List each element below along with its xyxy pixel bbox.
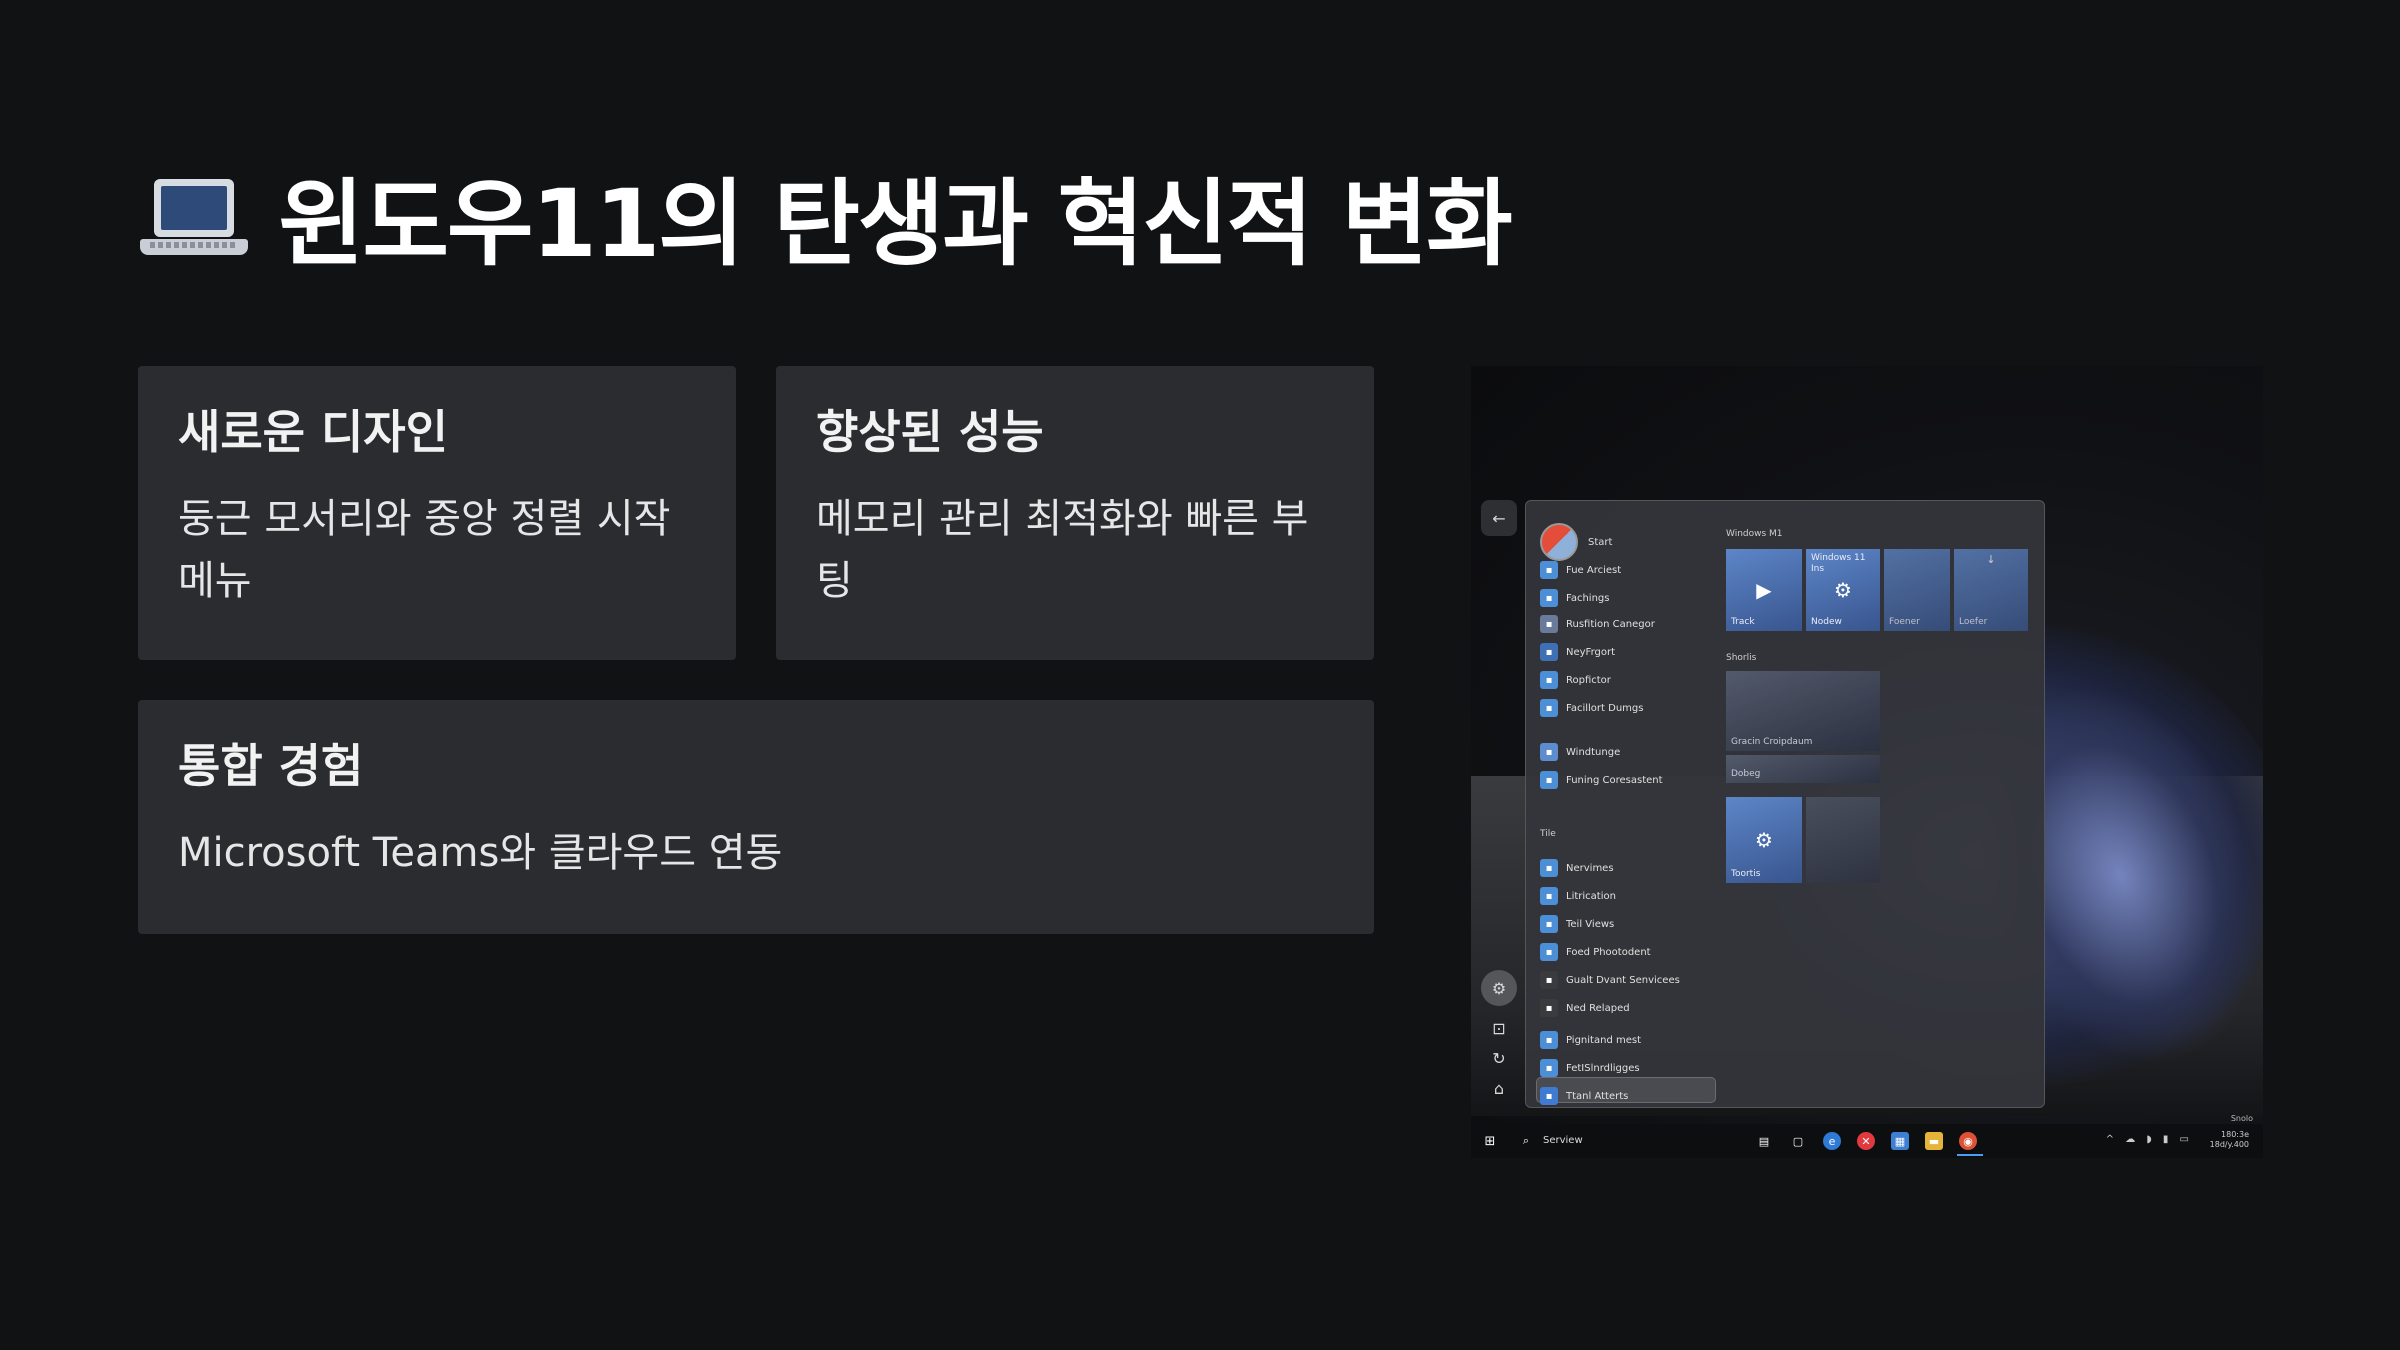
tile-track[interactable]: ▶ Track [1726, 549, 1802, 631]
feature-card-integration: 통합 경험 Microsoft Teams와 클라우드 연동 [138, 700, 1374, 934]
folder-icon[interactable]: ▬ [1925, 1132, 1943, 1150]
app-icon: ▪ [1540, 1087, 1558, 1105]
app-icon: ▪ [1540, 1031, 1558, 1049]
start-app-item[interactable]: ▪ Windtunge [1540, 741, 1620, 763]
start-app-item[interactable]: ▪ Ropfictor [1540, 669, 1611, 691]
app-icon: ▪ [1540, 915, 1558, 933]
windows-logo-icon[interactable]: ⊞ [1481, 1132, 1499, 1150]
taskbar-search-label[interactable]: Serview [1543, 1135, 1583, 1146]
app-icon: ▪ [1540, 771, 1558, 789]
tile-loefer[interactable]: ↓ Loefer [1954, 549, 2028, 631]
app-icon: ▪ [1540, 943, 1558, 961]
card-title: 새로운 디자인 [178, 405, 448, 459]
app-label: Pignitand mest [1566, 1034, 1641, 1046]
laptop-icon [140, 173, 248, 259]
windows11-screenshot: ← ⚙ ⊡ ↻ ⌂ Start ▪ Fue Arciest ▪ Fachings ▪ Ru… [1471, 366, 2263, 1158]
app-label: FetISlnrdligges [1566, 1062, 1640, 1074]
store-icon[interactable]: ▦ [1891, 1132, 1909, 1150]
app-label: Ned Relaped [1566, 1002, 1630, 1014]
tile-foener[interactable]: Foener [1884, 549, 1950, 631]
app-label: Foed Phootodent [1566, 946, 1651, 958]
app-label: Nervimes [1566, 862, 1614, 874]
start-app-item[interactable]: ▪ Ned Relaped [1540, 997, 1630, 1019]
app-icon: ▪ [1540, 671, 1558, 689]
taskbar: ⊞ ⌕ Serview ▤ ▢ e ✕ ▦ ▬ ◉ ^ ☁ ◗ ▮ ▭ 180:… [1471, 1124, 2263, 1158]
app-icon: ▪ [1540, 615, 1558, 633]
pinned-header: Windows M1 [1726, 529, 1783, 539]
app-label: Rusfition Canegor [1566, 618, 1655, 630]
tile-dobeg[interactable]: Dobeg [1726, 755, 1880, 783]
active-app-indicator [1957, 1154, 1983, 1156]
close-app-icon[interactable]: ✕ [1857, 1132, 1875, 1150]
app-label: NeyFrgort [1566, 646, 1616, 658]
app-label: Ropfictor [1566, 674, 1611, 686]
tray-clock[interactable]: 180:3e 18d/y.400 [2210, 1130, 2249, 1150]
file-icon[interactable]: ▤ [1755, 1132, 1773, 1150]
section-label-tile: Tile [1540, 829, 1556, 839]
start-app-item[interactable]: ▪ Rusfition Canegor [1540, 613, 1655, 635]
app-label: Windtunge [1566, 746, 1621, 758]
start-app-item[interactable]: ▪ Facillort Dumgs [1540, 697, 1643, 719]
window-icon[interactable]: ▢ [1789, 1132, 1807, 1150]
start-app-item[interactable]: ▪ Gualt Dvant Senvicees [1540, 969, 1680, 991]
search-icon[interactable]: ⌕ [1517, 1132, 1535, 1150]
app-icon: ▪ [1540, 887, 1558, 905]
feature-card-performance: 향상된 성능 메모리 관리 최적화와 빠른 부팅 [776, 366, 1374, 660]
app-label: Teil Views [1566, 918, 1615, 930]
app-icon: ▪ [1540, 743, 1558, 761]
app-icon: ▪ [1540, 589, 1558, 607]
app-icon: ▪ [1540, 1059, 1558, 1077]
feature-card-design: 새로운 디자인 둥근 모서리와 중앙 정렬 시작 메뉴 [138, 366, 736, 660]
tile-gracin[interactable]: Gracin Croipdaum [1726, 671, 1880, 751]
start-app-item[interactable]: ▪ Foed Phootodent [1540, 941, 1651, 963]
page-title-text: 윈도우11의 탄생과 혁신적 변화 [278, 170, 1513, 279]
app-icon: ▪ [1540, 699, 1558, 717]
app-icon: ▪ [1540, 999, 1558, 1017]
tray-icons[interactable]: ^ ☁ ◗ ▮ ▭ [2106, 1134, 2193, 1145]
start-app-item[interactable]: ▪ Pignitand mest [1540, 1029, 1641, 1051]
page-title: 윈도우11의 탄생과 혁신적 변화 [140, 148, 1513, 284]
start-app-item[interactable]: ▪ Fachings [1540, 587, 1609, 609]
app-icon: ▪ [1540, 971, 1558, 989]
card-title: 통합 경험 [178, 739, 364, 793]
start-rail: ← ⚙ ⊡ ↻ ⌂ [1481, 500, 1521, 1100]
tile-nodew[interactable]: Windows 11 Ins ⚙ Nodew [1806, 549, 1880, 631]
app-label: Fachings [1566, 592, 1610, 604]
chrome-icon[interactable]: ◉ [1959, 1132, 1977, 1150]
card-desc: 둥근 모서리와 중앙 정렬 시작 메뉴 [178, 496, 671, 604]
card-desc: Microsoft Teams와 클라우드 연동 [178, 830, 783, 876]
start-label: Start [1588, 537, 1613, 548]
app-label: Fue Arciest [1566, 564, 1622, 576]
app-icon: ▪ [1540, 561, 1558, 579]
app-label: Litrication [1566, 890, 1616, 902]
app-icon: ▪ [1540, 859, 1558, 877]
tray-label: Snolo [2230, 1114, 2253, 1123]
start-app-item[interactable]: ▪ Funing Coresastent [1540, 769, 1663, 791]
settings-gear-icon[interactable]: ⚙ [1481, 970, 1517, 1006]
app-icon: ▪ [1540, 643, 1558, 661]
start-menu: Start ▪ Fue Arciest ▪ Fachings ▪ Rusfition Ca… [1525, 500, 2045, 1108]
app-label: Funing Coresastent [1566, 774, 1663, 786]
back-arrow-icon[interactable]: ← [1481, 500, 1517, 536]
tile-image[interactable] [1806, 797, 1880, 883]
start-app-item[interactable]: ▪ Nervimes [1540, 857, 1614, 879]
start-app-item[interactable]: ▪ FetISlnrdligges [1540, 1057, 1640, 1079]
start-app-item[interactable]: ▪ Ttanl Atterts [1540, 1085, 1628, 1107]
app-label: Facillort Dumgs [1566, 702, 1644, 714]
tile-toortis[interactable]: ⚙ Toortis [1726, 797, 1802, 883]
avatar[interactable] [1540, 523, 1578, 561]
edge-icon[interactable]: e [1823, 1132, 1841, 1150]
app-label: Ttanl Atterts [1566, 1090, 1629, 1102]
home-icon[interactable]: ⌂ [1481, 1070, 1517, 1106]
start-app-item[interactable]: ▪ Fue Arciest [1540, 559, 1621, 581]
start-app-item[interactable]: ▪ Litrication [1540, 885, 1616, 907]
card-title: 향상된 성능 [816, 405, 1044, 459]
app-label: Gualt Dvant Senvicees [1566, 974, 1680, 986]
card-desc: 메모리 관리 최적화와 빠른 부팅 [816, 496, 1309, 604]
start-app-item[interactable]: ▪ Teil Views [1540, 913, 1614, 935]
shortcuts-header: Shorlis [1726, 653, 1757, 663]
start-app-item[interactable]: ▪ NeyFrgort [1540, 641, 1615, 663]
